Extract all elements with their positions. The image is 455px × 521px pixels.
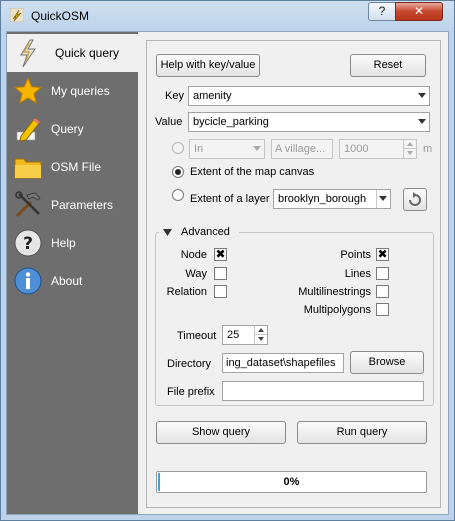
info-icon [14,267,42,295]
timeout-spinbox[interactable]: 25 [222,325,268,345]
village-input[interactable]: A village... [271,139,333,159]
village-placeholder: A village... [275,143,326,155]
sidebar: Quick query My queries Query OSM File Pa… [7,32,138,514]
quickosm-app-icon [10,8,24,22]
sidebar-item-my-queries[interactable]: My queries [7,72,138,110]
star-icon [13,76,43,105]
points-label: Points [340,249,371,261]
help-key-value-button[interactable]: Help with key/value [156,54,260,77]
sidebar-item-label: My queries [51,84,110,98]
progress-text: 0% [283,476,300,488]
window-close-button[interactable]: ✕ [395,2,443,21]
relation-label: Relation [166,286,207,298]
distance-value: 1000 [344,143,369,155]
lines-label: Lines [344,268,371,280]
help-icon: ? [14,229,42,257]
file-prefix-input[interactable] [222,381,424,401]
sidebar-item-help[interactable]: ? Help [7,224,138,262]
in-combo[interactable]: In [189,139,265,159]
points-checkbox[interactable]: ✖ [376,248,389,261]
chevron-down-icon [379,196,387,201]
chevron-down-icon [418,119,426,124]
run-query-button[interactable]: Run query [297,421,427,444]
sidebar-item-label: Parameters [51,198,114,212]
multipolygons-checkbox[interactable] [376,303,389,316]
title-bar[interactable]: QuickOSM ? ✕ [1,1,454,31]
sidebar-item-parameters[interactable]: Parameters [7,186,138,224]
reset-button[interactable]: Reset [350,54,426,77]
key-combo-value: amenity [193,90,232,102]
sidebar-item-osm-file[interactable]: OSM File [7,148,138,186]
progress-bar: 0% [156,471,427,493]
lines-checkbox[interactable] [376,267,389,280]
spin-down-icon[interactable] [403,149,416,158]
relation-checkbox[interactable] [214,285,227,298]
sidebar-item-about[interactable]: About [7,262,138,300]
directory-label: Directory [167,358,212,370]
multipolygons-label: Multipolygons [303,304,371,316]
multilinestrings-checkbox[interactable] [376,285,389,298]
browse-button[interactable]: Browse [350,351,424,374]
show-query-button[interactable]: Show query [156,421,286,444]
client-area: Quick query My queries Query OSM File Pa… [6,31,449,515]
distance-unit: m [423,143,433,155]
window-help-button[interactable]: ? [368,2,396,21]
timeout-label: Timeout [177,330,217,342]
key-combo[interactable]: amenity [188,86,430,106]
refresh-icon [409,192,421,206]
multilinestrings-label: Multilinestrings [298,286,371,298]
value-label: Value [155,116,183,128]
quickosm-window: QuickOSM ? ✕ Quick query My queries Quer… [0,0,455,521]
advanced-label[interactable]: Advanced [181,226,230,238]
layer-combo[interactable]: brooklyn_borough [273,189,391,209]
sidebar-item-label: Quick query [55,46,120,60]
spin-up-icon[interactable] [254,326,267,335]
chevron-down-icon [253,146,261,151]
sidebar-item-query[interactable]: Query [7,110,138,148]
sidebar-item-label: About [51,274,83,288]
extent-canvas-label: Extent of the map canvas [190,166,315,178]
in-place-radio[interactable] [172,142,184,154]
node-checkbox[interactable]: ✖ [214,248,227,261]
svg-text:?: ? [23,234,33,254]
spin-up-icon[interactable] [403,140,416,149]
extent-layer-radio[interactable] [172,189,184,201]
in-combo-value: In [194,143,204,155]
collapse-triangle-icon[interactable] [163,229,172,236]
folder-icon [14,158,42,179]
extent-canvas-radio[interactable] [172,166,184,178]
refresh-layers-button[interactable] [403,188,427,211]
tools-icon [15,191,41,218]
sidebar-item-label: OSM File [51,160,102,174]
extent-layer-label: Extent of a layer [190,193,270,205]
directory-input[interactable]: ing_dataset\shapefiles [222,353,344,373]
file-prefix-label: File prefix [167,386,215,398]
quick-query-panel: Help with key/value Reset Key amenity Va… [146,40,441,508]
value-combo[interactable]: bycicle_parking [188,112,430,132]
chevron-down-icon [418,93,426,98]
value-combo-value: bycicle_parking [193,116,269,128]
window-title: QuickOSM [31,9,90,23]
timeout-value: 25 [227,329,240,341]
spin-down-icon[interactable] [254,335,267,344]
directory-value: ing_dataset\shapefiles [226,357,336,369]
node-label: Node [180,249,207,261]
lightning-icon [20,39,36,68]
way-label: Way [185,268,207,280]
pencil-icon [16,117,41,142]
way-checkbox[interactable] [214,267,227,280]
sidebar-item-label: Query [51,122,84,136]
layer-combo-value: brooklyn_borough [278,193,367,205]
key-label: Key [165,90,184,102]
sidebar-item-quick-query[interactable]: Quick query [7,34,138,72]
sidebar-item-label: Help [51,236,76,250]
distance-spinbox[interactable]: 1000 [339,139,417,159]
